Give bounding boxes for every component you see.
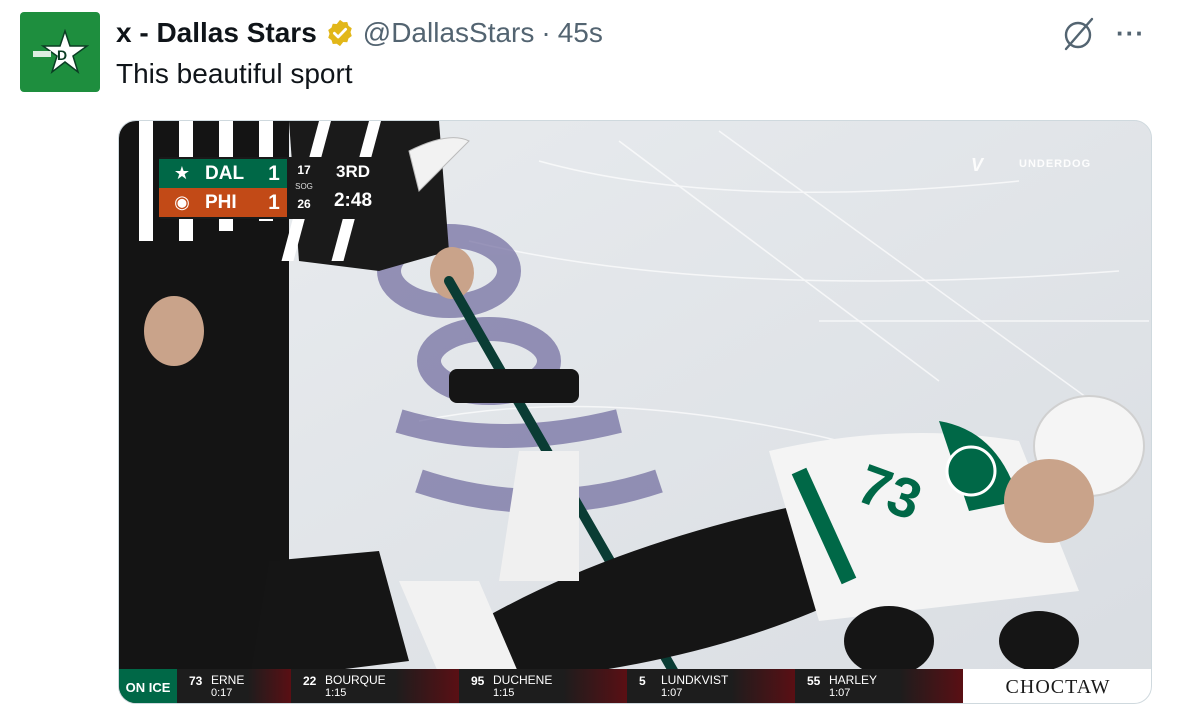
timestamp[interactable]: 45s [558, 17, 603, 49]
on-ice-player: 73 ERNE 0:17 [177, 669, 291, 703]
handle[interactable]: @DallasStars [363, 17, 535, 49]
sog-label: SOG [295, 182, 313, 191]
svg-text:D: D [57, 47, 67, 63]
flyers-logo-icon: ◉ [174, 192, 190, 212]
sponsor-choctaw: CHOCTAW [963, 669, 1151, 703]
tweet-text: This beautiful sport [116, 58, 353, 89]
verified-badge-icon [328, 19, 352, 47]
player-name: BOURQUE [325, 673, 386, 687]
on-ice-label: ON ICE [119, 669, 177, 703]
player-number: 5 [639, 674, 646, 688]
avatar[interactable]: D [20, 12, 100, 92]
on-ice-player: 55 HARLEY 1:07 [795, 669, 963, 703]
scorebug: ★ DAL 1 ◉ PHI 1 17 SOG 26 3RD 2:48 [159, 157, 387, 219]
scorebug-home-row: ★ DAL 1 [159, 159, 287, 188]
more-options-icon[interactable]: ··· [1116, 18, 1145, 49]
separator-dot: · [541, 17, 551, 48]
sponsor-underdog: UNDERDOG [1019, 158, 1092, 170]
player-toi: 1:15 [493, 687, 515, 699]
on-ice-player: 22 BOURQUE 1:15 [291, 669, 459, 703]
grok-icon[interactable] [1058, 14, 1098, 54]
game-clock: 2:48 [333, 190, 373, 211]
player-toi: 1:07 [661, 687, 683, 699]
player-toi: 1:07 [829, 687, 851, 699]
on-ice-player: 95 DUCHENE 1:15 [459, 669, 627, 703]
away-sog: 26 [297, 197, 311, 211]
away-team: PHI [205, 191, 237, 213]
on-ice-bar: ON ICE 73 ERNE 0:17 22 BOURQUE 1:15 95 D… [119, 669, 1151, 703]
player-number: 55 [807, 674, 821, 688]
player-toi: 1:15 [325, 687, 347, 699]
video-media[interactable]: 73 ★ DAL 1 ◉ PHI 1 17 SOG 26 3RD 2:48 V … [118, 120, 1152, 704]
tweet-header: x - Dallas Stars @DallasStars · 45s [116, 14, 603, 52]
player-name: ERNE [211, 673, 245, 687]
broadcast-logo: V [971, 155, 984, 175]
player-name: HARLEY [829, 673, 878, 687]
away-score: 1 [268, 190, 280, 214]
display-name[interactable]: x - Dallas Stars [116, 17, 317, 49]
player-number: 95 [471, 674, 485, 688]
home-sog: 17 [297, 163, 311, 177]
shots-on-goal: 17 SOG 26 [289, 159, 319, 217]
player-number: 22 [303, 674, 317, 688]
player-name: LUNDKVIST [661, 673, 729, 687]
player-name: DUCHENE [493, 673, 553, 687]
period: 3RD [335, 162, 370, 181]
on-ice-player: 5 LUNDKVIST 1:07 [627, 669, 795, 703]
scorebug-away-row: ◉ PHI 1 [159, 188, 287, 217]
player-toi: 0:17 [211, 687, 233, 699]
home-score: 1 [268, 161, 280, 185]
dallas-stars-logo-icon: D [33, 29, 89, 75]
dallas-stars-logo-icon: ★ [173, 163, 191, 183]
player-number: 73 [189, 674, 203, 688]
home-team: DAL [205, 162, 245, 184]
